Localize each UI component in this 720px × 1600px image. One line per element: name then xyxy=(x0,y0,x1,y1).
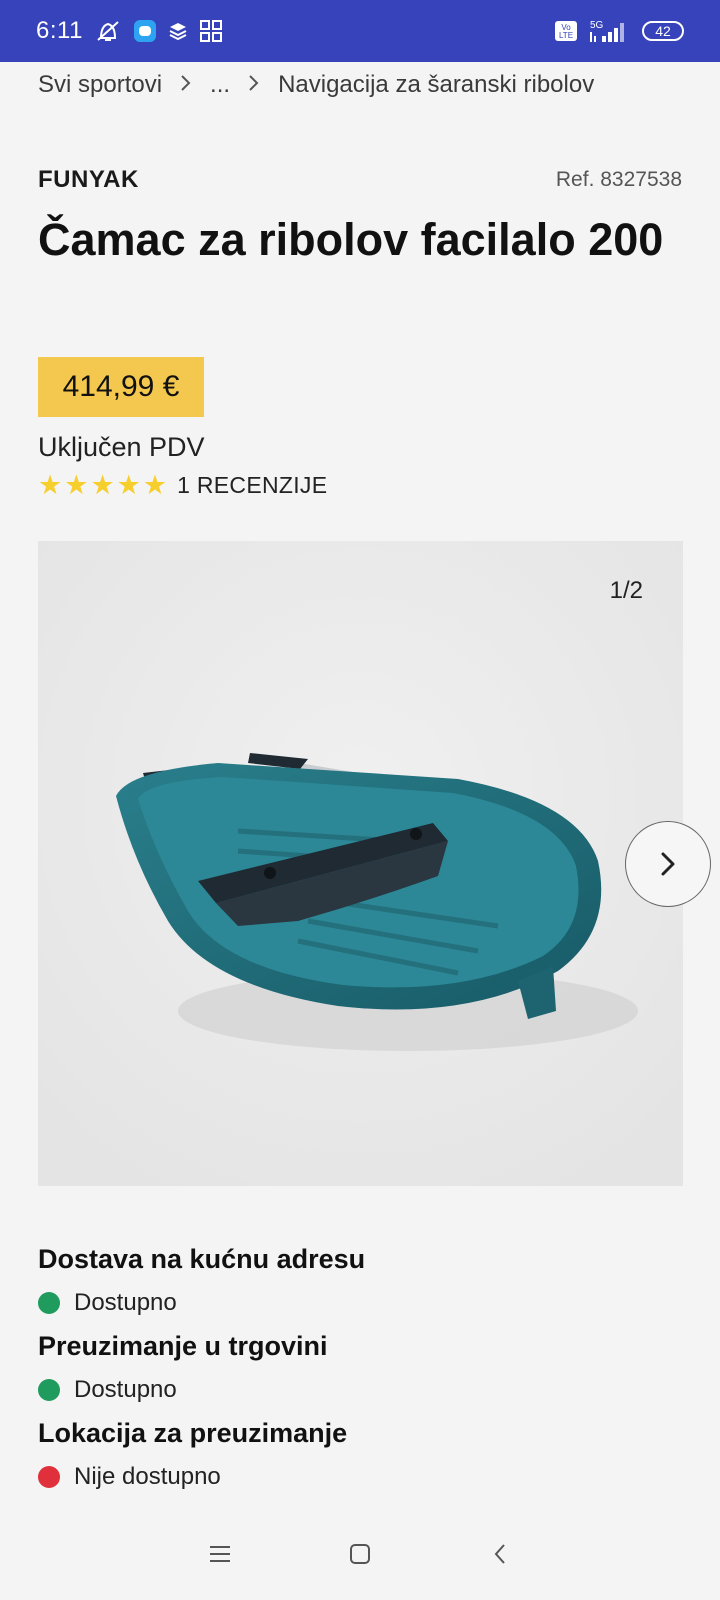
messenger-icon xyxy=(133,19,157,43)
star-icon: ★ xyxy=(142,470,168,500)
menu-button[interactable] xyxy=(190,1524,250,1584)
chevron-right-icon xyxy=(661,852,675,876)
product-title: Čamac za ribolov facilalo 200 xyxy=(38,214,664,265)
availability-heading-store-pickup: Preuzimanje u trgovini xyxy=(38,1331,328,1361)
layers-icon xyxy=(167,20,189,42)
battery-indicator: 42 xyxy=(642,21,684,41)
chevron-right-icon xyxy=(248,72,260,98)
status-bar: 6:11 Vo LTE 5G 42 xyxy=(0,0,720,62)
reviews-link[interactable]: 1 RECENZIJE xyxy=(177,472,327,499)
volte-icon: Vo LTE xyxy=(554,20,578,42)
star-icon: ★ xyxy=(90,470,115,500)
product-image xyxy=(38,541,683,1186)
product-ref: Ref. 8327538 xyxy=(555,168,682,191)
availability-heading-pickup-location: Lokacija za preuzimanje xyxy=(38,1418,348,1448)
next-image-button[interactable] xyxy=(625,821,711,907)
alarm-off-icon xyxy=(93,18,123,44)
system-nav-bar xyxy=(0,1518,720,1590)
price-badge: 414,99 € xyxy=(38,357,204,417)
availability-status-pickup-location: Nije dostupno xyxy=(38,1463,221,1491)
status-text: Nije dostupno xyxy=(74,1463,221,1490)
status-dot-icon xyxy=(38,1466,60,1488)
menu-icon xyxy=(210,1546,230,1562)
status-dot-icon xyxy=(38,1292,60,1314)
apps-grid-icon xyxy=(199,19,223,43)
availability-status-store-pickup: Dostupno xyxy=(38,1376,177,1404)
product-image-gallery[interactable]: 1/2 xyxy=(38,541,711,1186)
breadcrumb: Svi sportovi ... Navigacija za šaranski … xyxy=(38,68,594,102)
svg-text:5G: 5G xyxy=(590,20,604,31)
chevron-right-icon xyxy=(180,72,192,98)
status-text: Dostupno xyxy=(74,1289,177,1316)
signal-5g-icon: 5G xyxy=(588,18,632,44)
svg-text:LTE: LTE xyxy=(559,31,573,40)
home-square-icon xyxy=(350,1544,370,1564)
back-button[interactable] xyxy=(470,1524,530,1584)
star-icon: ★ xyxy=(64,470,89,500)
breadcrumb-item-carp-navigation[interactable]: Navigacija za šaranski ribolov xyxy=(278,71,594,99)
back-arrow-icon xyxy=(494,1544,505,1564)
home-button[interactable] xyxy=(330,1524,390,1584)
availability-status-home-delivery: Dostupno xyxy=(38,1289,177,1317)
breadcrumb-item-ellipsis[interactable]: ... xyxy=(210,71,230,99)
availability-heading-home-delivery: Dostava na kućnu adresu xyxy=(38,1244,366,1274)
image-counter: 1/2 xyxy=(609,577,643,604)
star-icon: ★ xyxy=(116,470,141,500)
breadcrumb-item-sports[interactable]: Svi sportovi xyxy=(38,71,162,99)
rating-row[interactable]: ★ ★ ★ ★ ★ 1 RECENZIJE xyxy=(38,472,327,499)
status-dot-icon xyxy=(38,1379,60,1401)
status-text: Dostupno xyxy=(74,1376,177,1403)
brand-name[interactable]: FUNYAK xyxy=(38,166,139,194)
vat-note: Uključen PDV xyxy=(38,432,205,462)
rating-stars: ★ ★ ★ ★ ★ xyxy=(38,472,167,499)
star-icon: ★ xyxy=(38,470,63,500)
status-time: 6:11 xyxy=(36,17,83,44)
